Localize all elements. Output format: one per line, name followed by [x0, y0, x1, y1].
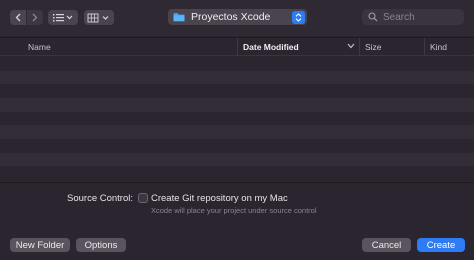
grid-view-button[interactable]: [84, 10, 114, 25]
options-button[interactable]: Options: [76, 238, 126, 252]
git-repository-checkbox[interactable]: [138, 193, 148, 203]
column-header: Name Date Modified Size Kind: [0, 37, 474, 56]
folder-icon: [173, 13, 185, 22]
save-dialog: Proyectos Xcode Name Date Modified Size …: [0, 0, 474, 260]
popup-stepper-icon: [292, 10, 305, 24]
list-view-icon: [53, 14, 73, 22]
column-name-label: Name: [28, 42, 51, 52]
list-row: [0, 70, 474, 85]
column-date-label: Date Modified: [243, 42, 299, 52]
column-kind-label: Kind: [430, 42, 448, 52]
list-row: [0, 84, 474, 98]
column-kind-header[interactable]: Kind: [424, 38, 474, 56]
list-row: [0, 57, 474, 71]
chevron-right-icon: [32, 13, 38, 22]
source-control-hint: Xcode will place your project under sour…: [151, 206, 317, 215]
sort-descending-icon: [347, 43, 355, 49]
git-repository-checkbox-label[interactable]: Create Git repository on my Mac: [151, 193, 288, 204]
source-control-label: Source Control:: [67, 193, 134, 204]
chevron-left-icon: [15, 13, 21, 22]
column-date-modified-header[interactable]: Date Modified: [237, 38, 359, 56]
list-row: [0, 138, 474, 153]
cancel-button[interactable]: Cancel: [362, 238, 411, 252]
column-name-header[interactable]: Name: [28, 38, 51, 56]
column-size-label: Size: [365, 42, 382, 52]
file-list[interactable]: [0, 57, 474, 180]
list-view-button[interactable]: [48, 10, 78, 25]
forward-button[interactable]: [27, 10, 43, 25]
new-folder-button[interactable]: New Folder: [10, 238, 70, 252]
list-row: [0, 97, 474, 112]
grid-view-icon: [87, 13, 109, 22]
location-name: Proyectos Xcode: [191, 11, 271, 23]
create-button[interactable]: Create: [417, 238, 465, 252]
location-popup[interactable]: Proyectos Xcode: [168, 9, 307, 25]
search-icon: [368, 12, 378, 22]
list-row: [0, 166, 474, 180]
search-field[interactable]: [362, 9, 464, 25]
toolbar: Proyectos Xcode: [0, 0, 474, 36]
back-button[interactable]: [10, 10, 26, 25]
column-size-header[interactable]: Size: [359, 38, 424, 56]
list-row: [0, 111, 474, 126]
divider: [0, 182, 474, 183]
list-row: [0, 125, 474, 139]
search-input[interactable]: [383, 11, 461, 23]
list-row: [0, 152, 474, 167]
